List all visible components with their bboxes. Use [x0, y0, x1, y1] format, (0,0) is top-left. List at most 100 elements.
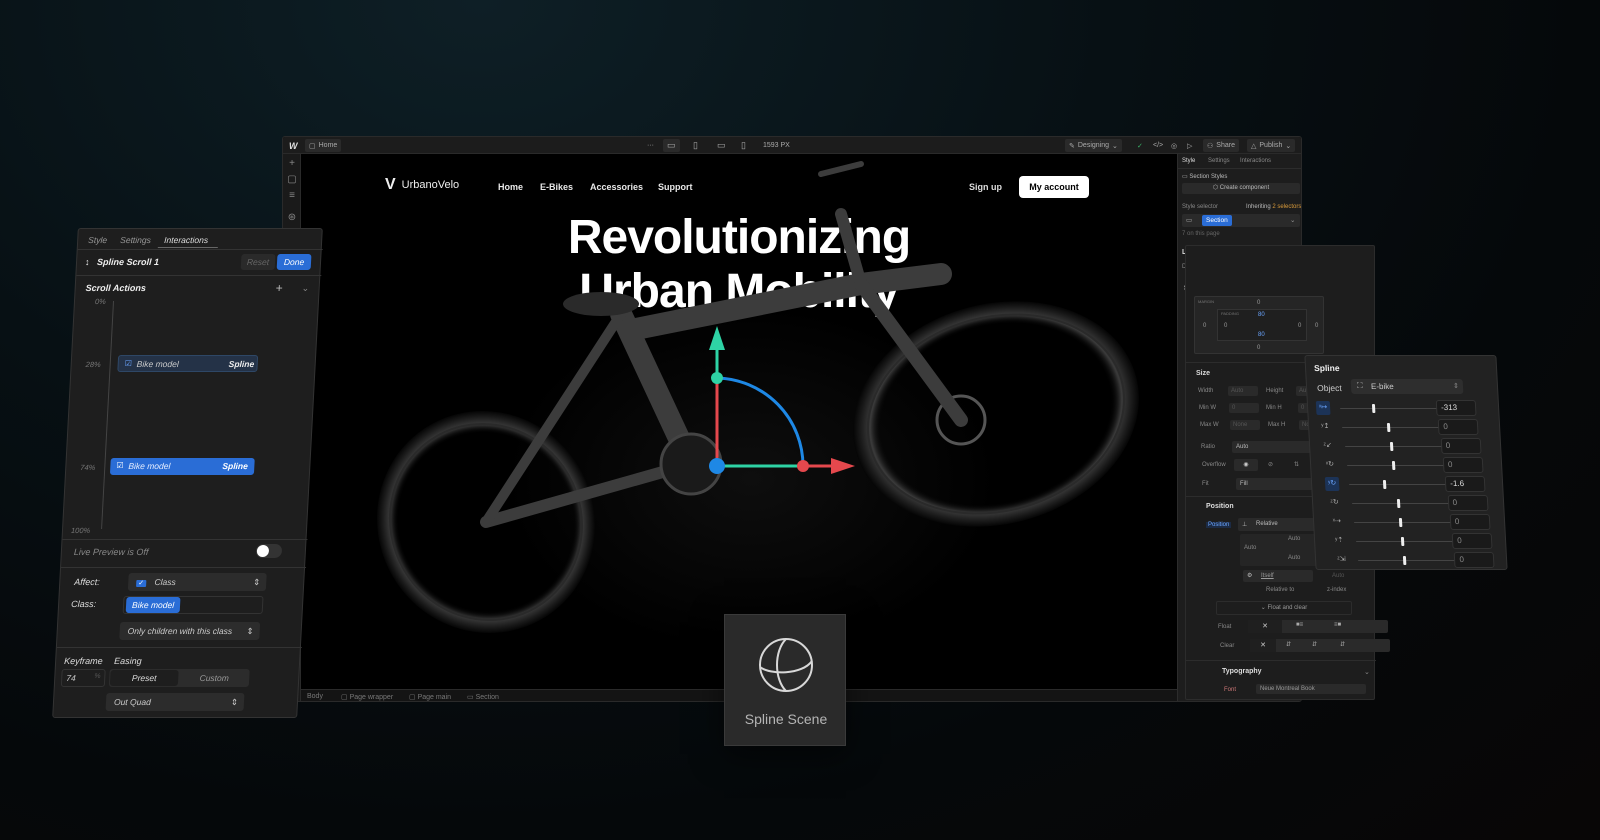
chevron-down-icon[interactable]: ⌄ — [1364, 668, 1370, 676]
slider-track[interactable] — [1356, 541, 1467, 542]
value-input[interactable]: 0 — [1449, 514, 1491, 530]
live-preview-toggle[interactable] — [255, 544, 283, 558]
slider-track[interactable] — [1349, 484, 1460, 485]
design-canvas[interactable]: V UrbanoVelo Home E-Bikes Accessories Su… — [301, 154, 1177, 689]
scale-z-icon[interactable]: ᶻ⇲ — [1334, 553, 1349, 567]
overflow-scroll-icon[interactable]: ⇅ — [1294, 461, 1299, 468]
affect-select[interactable]: ✓ Class ⇕ — [127, 573, 267, 591]
scale-y-icon[interactable]: ʸ⇡ — [1332, 534, 1347, 548]
slider-handle[interactable] — [1391, 461, 1396, 470]
tab-settings[interactable]: Settings — [120, 235, 151, 245]
publish-button[interactable]: △ Publish ⌄ — [1247, 139, 1296, 152]
font-select[interactable]: Neue Montreal Book — [1256, 684, 1366, 694]
margin-right[interactable]: 0 — [1315, 323, 1318, 329]
selector-tag[interactable]: Section — [1202, 215, 1232, 226]
create-component-button[interactable]: ⬡ Create component — [1182, 183, 1300, 194]
gizmo-center[interactable] — [709, 458, 725, 474]
scale-x-icon[interactable]: ˣ⇢ — [1330, 515, 1345, 529]
breakpoint-phone-icon[interactable]: ▯ — [737, 139, 750, 152]
children-select[interactable]: Only children with this class ⇕ — [119, 622, 261, 640]
value-input[interactable]: -1.6 — [1444, 476, 1486, 492]
gizmo-rotate-arc[interactable] — [716, 376, 805, 467]
comments-icon[interactable]: ◎ — [1167, 139, 1181, 152]
mode-selector[interactable]: ✎ Designing ⌄ — [1065, 139, 1122, 152]
breakpoint-tablet-icon[interactable]: ▯ — [689, 139, 702, 152]
bike-model[interactable] — [301, 154, 1177, 689]
float-right-icon[interactable]: ≡■ — [1334, 622, 1341, 628]
slider-track[interactable] — [1342, 427, 1453, 428]
padding-top[interactable]: 80 — [1258, 312, 1265, 318]
offset-bottom[interactable]: Auto — [1288, 555, 1300, 561]
slider-track[interactable] — [1353, 522, 1464, 523]
clear-both-icon[interactable]: ⇵ — [1340, 641, 1345, 648]
float-left-icon[interactable]: ■≡ — [1296, 622, 1303, 628]
slider-handle[interactable] — [1396, 499, 1400, 508]
rotation-x-icon[interactable]: ˣ↻ — [1323, 458, 1338, 472]
action-item-74[interactable]: ☑ Bike model Spline — [109, 458, 255, 475]
webflow-logo-icon[interactable]: W — [285, 139, 302, 152]
margin-bottom[interactable]: 0 — [1257, 345, 1260, 351]
tab-settings[interactable]: Settings — [1208, 158, 1230, 164]
share-button[interactable]: ⚇ Share — [1203, 139, 1239, 152]
slider-track[interactable] — [1344, 446, 1455, 447]
checkbox-icon[interactable]: ☑ — [116, 461, 124, 470]
overflow-hidden-icon[interactable]: ⊘ — [1268, 461, 1273, 468]
chevron-down-icon[interactable]: ⌄ — [301, 283, 309, 294]
margin-left[interactable]: 0 — [1203, 323, 1206, 329]
position-heading[interactable]: Position — [1206, 503, 1234, 510]
slider-track[interactable] — [1358, 560, 1469, 561]
relative-to-select[interactable]: ⚙ Itself — [1243, 570, 1313, 582]
clear-left-icon[interactable]: ⇵ — [1286, 641, 1291, 648]
gizmo-x-arrow-icon[interactable] — [831, 458, 855, 474]
value-input[interactable]: 0 — [1440, 438, 1482, 454]
tab-interactions[interactable]: Interactions — [164, 235, 208, 245]
check-icon[interactable]: ✓ — [1133, 139, 1147, 152]
inheriting-selectors-link[interactable]: 2 selectors — [1272, 204, 1301, 210]
breadcrumb-page-wrapper[interactable]: ▢ Page wrapper — [341, 693, 393, 701]
overflow-visible-icon[interactable]: ◉ — [1234, 459, 1258, 471]
clear-none-icon[interactable]: ✕ — [1250, 639, 1276, 652]
slider-track[interactable] — [1351, 503, 1462, 504]
gizmo-y-arrow-icon[interactable] — [709, 326, 725, 350]
action-item-28[interactable]: ☑ Bike model Spline — [117, 355, 259, 372]
min-width-input[interactable]: 0 — [1229, 403, 1259, 413]
slider-handle[interactable] — [1371, 404, 1375, 413]
transform-gizmo[interactable] — [709, 326, 855, 474]
navigator-icon[interactable]: ≡ — [286, 190, 298, 202]
class-input[interactable]: Bike model — [122, 596, 264, 614]
position-y-icon[interactable]: ʸ↥ — [1318, 420, 1333, 434]
slider-handle[interactable] — [1387, 423, 1391, 432]
zindex-input[interactable]: Auto — [1332, 573, 1344, 579]
assets-icon[interactable]: ⊛ — [286, 212, 298, 224]
slider-track[interactable] — [1347, 465, 1458, 466]
slider-handle[interactable] — [1389, 442, 1393, 451]
rotation-y-icon[interactable]: ʸ↻ — [1324, 477, 1340, 491]
class-tag[interactable]: Bike model — [125, 597, 181, 613]
keyframe-input[interactable]: 74 % — [60, 669, 106, 687]
position-z-icon[interactable]: ᶻ↙ — [1320, 439, 1335, 453]
slider-handle[interactable] — [1398, 518, 1403, 527]
typography-heading[interactable]: Typography — [1222, 668, 1262, 675]
value-input[interactable]: 0 — [1454, 552, 1495, 568]
breadcrumb-page-main[interactable]: ▢ Page main — [409, 693, 451, 701]
chevron-down-icon[interactable]: ⌄ — [1290, 216, 1295, 224]
value-input[interactable]: 0 — [1451, 533, 1493, 549]
code-icon[interactable]: </> — [1149, 139, 1167, 152]
slider-track[interactable] — [1340, 408, 1451, 409]
done-button[interactable]: Done — [276, 254, 312, 270]
checkbox-icon[interactable]: ☑ — [125, 359, 133, 368]
width-input[interactable]: Auto — [1228, 386, 1258, 396]
reset-button[interactable]: Reset — [240, 254, 276, 270]
object-select[interactable]: ⛶ E-bike ⇕ — [1350, 379, 1464, 394]
add-icon[interactable]: + — [286, 158, 298, 170]
tab-style[interactable]: Style — [88, 235, 107, 245]
offset-top[interactable]: Auto — [1288, 536, 1300, 542]
position-x-icon[interactable]: ˣ↦ — [1315, 401, 1331, 415]
value-input[interactable]: 0 — [1447, 495, 1489, 511]
pages-icon[interactable]: ▢ — [286, 174, 298, 186]
padding-right[interactable]: 0 — [1298, 323, 1301, 329]
add-action-icon[interactable]: + — [275, 281, 283, 295]
value-input[interactable]: 0 — [1442, 457, 1484, 473]
page-selector[interactable]: ▢ Home — [305, 139, 342, 152]
rotation-z-icon[interactable]: ᶻ↻ — [1327, 496, 1342, 510]
